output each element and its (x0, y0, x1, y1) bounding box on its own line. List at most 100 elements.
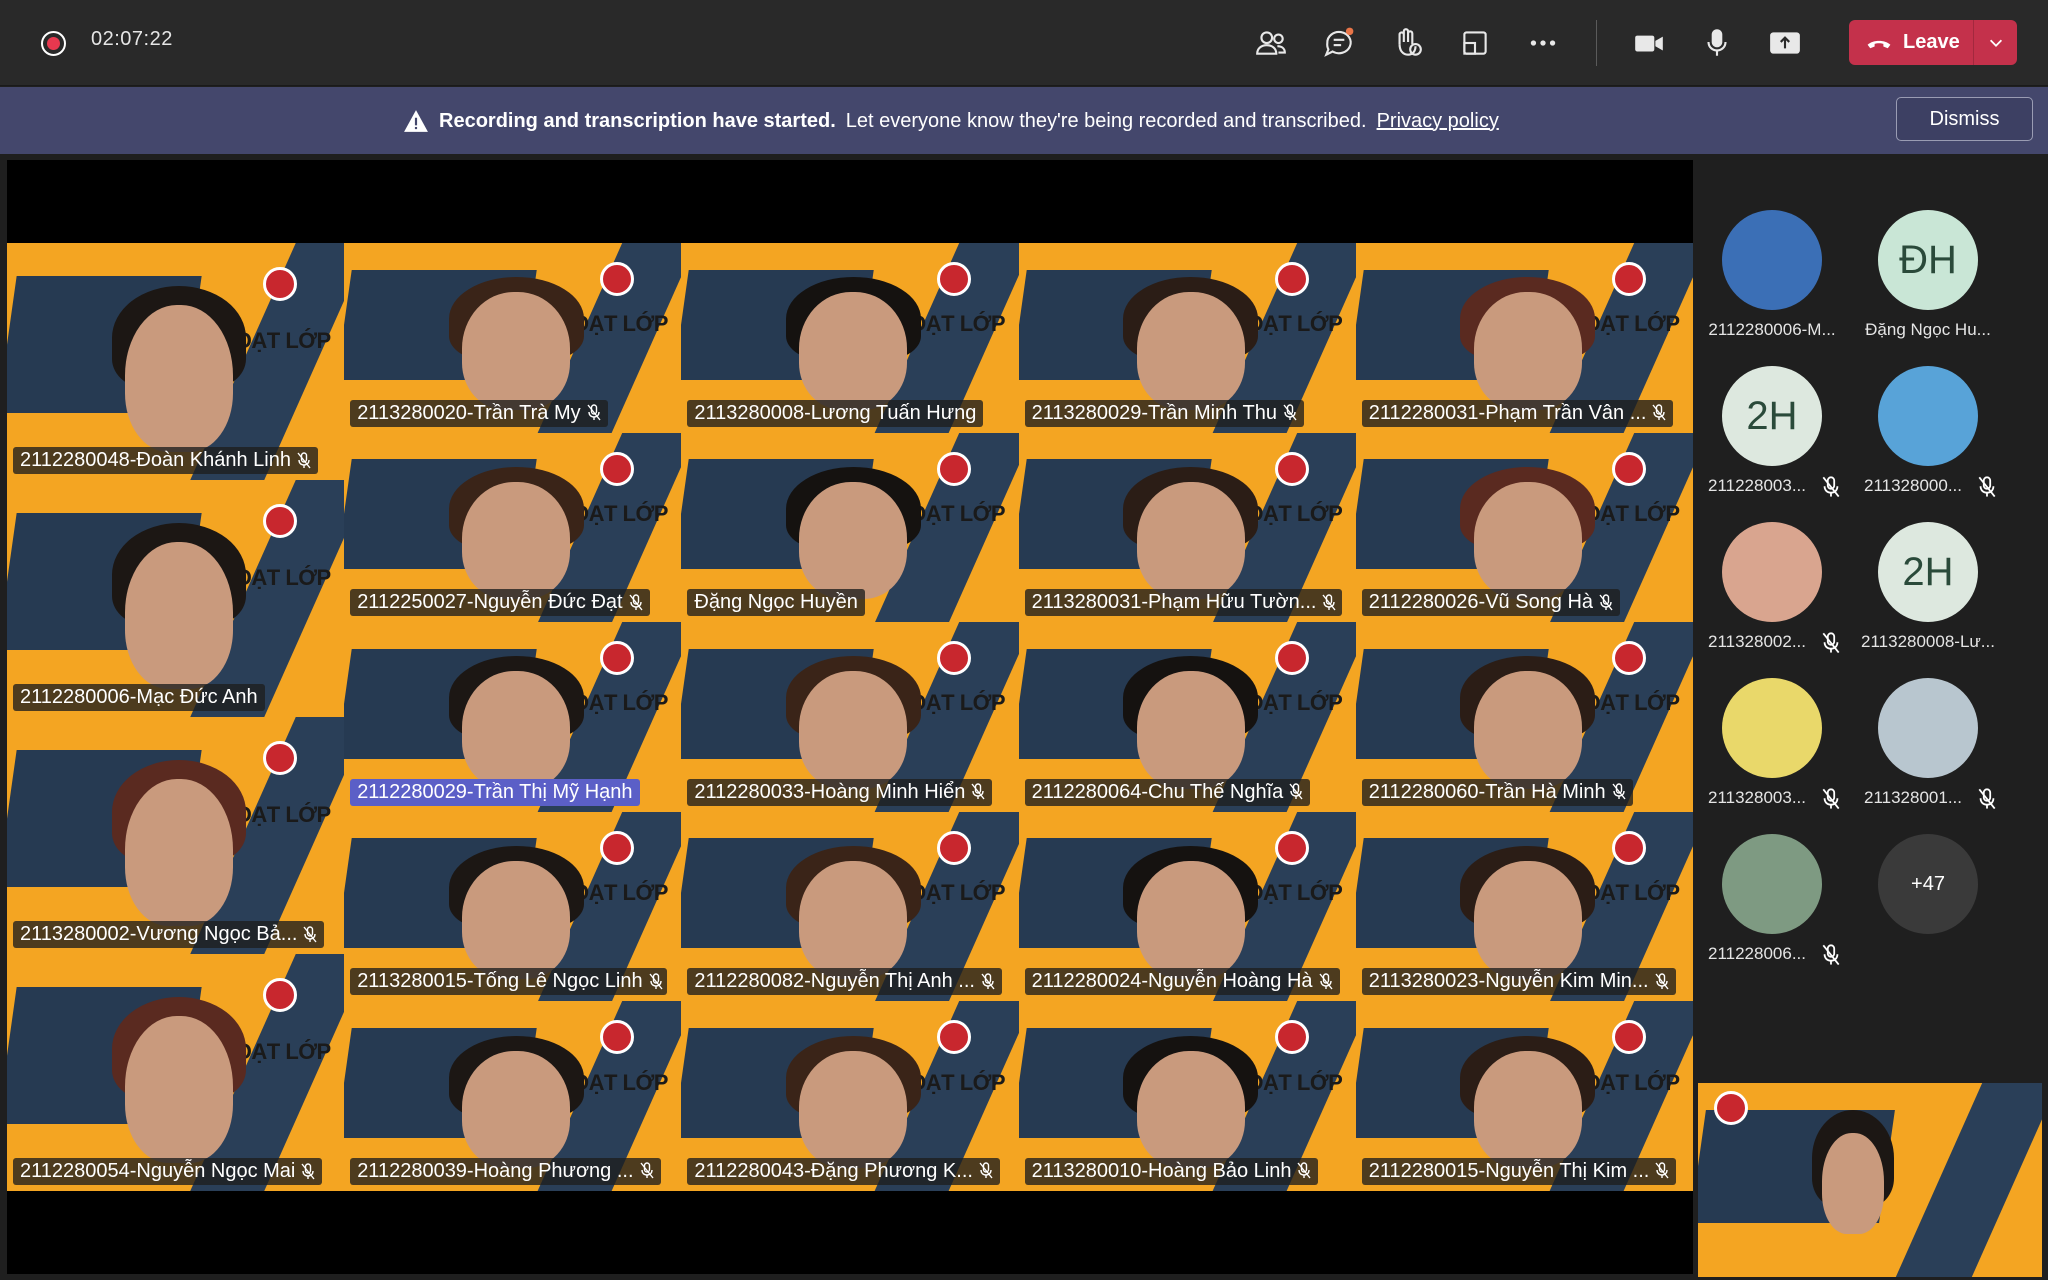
participant-tile[interactable]: SINH HOẠT LỚP 2112280043-Đặng Phương K... (681, 1001, 1019, 1191)
participant-name: 2112280043-Đặng Phương K... (694, 1159, 973, 1182)
self-view-video[interactable] (1698, 1083, 2042, 1277)
participant-name: 2113280008-Lương Tuấn Hưng (694, 401, 977, 424)
participant-tile[interactable]: SINH HOẠT LỚP 2113280023-Nguyễn Kim Min..… (1355, 811, 1693, 1002)
participant-name: Đặng Ngọc Huyền (694, 591, 858, 614)
participant-name: 2112280029-Trần Thị Mỹ Hạnh (357, 780, 633, 803)
mic-muted-icon (981, 973, 995, 991)
more-participants-button[interactable]: +47 (1878, 834, 1978, 934)
leave-options-chevron-down-icon[interactable] (1973, 20, 2017, 65)
participant-name-label: 2113280015-Tống Lê Ngọc Linh (350, 968, 668, 996)
more-options-icon[interactable] (1524, 24, 1562, 62)
participant-tile[interactable]: SINH HOẠT LỚP 2113280002-Vương Ngọc Bả... (7, 717, 345, 954)
recording-banner: Recording and transcription have started… (0, 87, 2048, 154)
mic-muted-icon (1822, 944, 1840, 966)
participant-tile[interactable]: SINH HOẠT LỚP 2112280054-Nguyễn Ngọc Mai (7, 954, 345, 1191)
participant-avatar[interactable]: 2H (1878, 522, 1978, 622)
participant-tile[interactable]: SINH HOẠT LỚP 2112280024-Nguyễn Hoàng Hà (1018, 811, 1356, 1002)
chat-icon[interactable] (1320, 24, 1358, 62)
participant-name-label: 2113280008-Lương Tuấn Hưng (687, 399, 984, 427)
avatar-initials: 2H (1746, 393, 1798, 438)
people-icon[interactable] (1252, 24, 1290, 62)
mic-muted-icon (1822, 632, 1840, 654)
participant-avatar[interactable] (1722, 834, 1822, 934)
participant-tile[interactable]: SINH HOẠT LỚP 2112280048-Đoàn Khánh Linh (7, 243, 345, 480)
privacy-policy-link[interactable]: Privacy policy (1377, 110, 1499, 133)
avatar-label: 211328000... (1864, 476, 1962, 495)
participant-name: 2113280031-Phạm Hữu Tườn... (1031, 591, 1317, 614)
participant-tile[interactable]: SINH HOẠT LỚP 2112280031-Phạm Trần Vân ..… (1355, 243, 1693, 433)
participant-tile[interactable]: SINH HOẠT LỚP 2113280020-Trần Trà My (344, 243, 682, 433)
participant-avatar[interactable]: 2H (1722, 366, 1822, 466)
participant-avatar[interactable] (1878, 678, 1978, 778)
warning-icon (404, 110, 428, 132)
mic-muted-icon (303, 925, 317, 944)
banner-message: Let everyone know they're being recorded… (845, 109, 1367, 132)
camera-icon[interactable] (1630, 24, 1668, 62)
participant-tile[interactable]: SINH HOẠT LỚP 2112250027-Nguyễn Đức Đạt (344, 432, 682, 623)
leave-label: Leave (1903, 31, 1960, 53)
mic-muted-icon (1289, 783, 1303, 801)
participant-avatar[interactable] (1722, 522, 1822, 622)
participant-tile[interactable]: SINH HOẠT LỚP 2113280031-Phạm Hữu Tườn... (1018, 432, 1356, 623)
participant-name-label: 2112280064-Chu Thế Nghĩa (1024, 778, 1311, 806)
avatar-label: 211228006... (1708, 944, 1806, 963)
participant-avatar[interactable] (1878, 366, 1978, 466)
participant-tile[interactable]: SINH HOẠT LỚP 2112280029-Trần Thị Mỹ Hạnh (344, 622, 682, 812)
participant-tile[interactable]: SINH HOẠT LỚP 2112280015-Nguyễn Thị Kim .… (1355, 1001, 1693, 1191)
participant-name: 2112280048-Đoàn Khánh Linh (20, 449, 291, 471)
participant-name: 2112280015-Nguyễn Thị Kim ... (1368, 1159, 1650, 1182)
participant-name-label: 2112280060-Trần Hà Minh (1361, 778, 1633, 806)
participant-tile[interactable]: SINH HOẠT LỚP 2112280026-Vũ Song Hà (1355, 432, 1693, 623)
participant-name-label: 2112250027-Nguyễn Đức Đạt (350, 589, 650, 617)
participant-name: 2112280054-Nguyễn Ngọc Mai (20, 1160, 296, 1182)
avatar-label: 211328002... (1708, 632, 1806, 651)
mic-muted-icon (1283, 404, 1297, 422)
mic-muted-icon (1978, 788, 1996, 810)
participant-tile[interactable]: SINH HOẠT LỚP 2113280029-Trần Minh Thu (1018, 243, 1356, 433)
share-screen-icon[interactable] (1766, 24, 1804, 62)
participant-name: 2113280029-Trần Minh Thu (1031, 401, 1277, 424)
raise-hand-icon[interactable] (1388, 24, 1426, 62)
participant-avatar[interactable]: ĐH (1878, 210, 1978, 310)
microphone-icon[interactable] (1698, 24, 1736, 62)
participant-name-label: 2112280006-Mạc Đức Anh (13, 684, 265, 711)
participant-name-label: 2112280043-Đặng Phương K... (687, 1157, 1000, 1185)
participant-tile[interactable]: SINH HOẠT LỚP 2112280060-Trần Hà Minh (1355, 622, 1693, 812)
participant-name: 2112280039-Hoàng Phương ... (357, 1159, 634, 1182)
participant-name: 2112280033-Hoàng Minh Hiển (694, 780, 966, 803)
participant-tile[interactable]: SINH HOẠT LỚP 2113280015-Tống Lê Ngọc Lin… (344, 811, 682, 1002)
banner-title: Recording and transcription have started… (439, 109, 836, 132)
participant-name: 2112280024-Nguyễn Hoàng Hà (1031, 970, 1313, 993)
participant-name: 2112280006-Mạc Đức Anh (20, 686, 258, 708)
participant-name-label: 2113280002-Vương Ngọc Bả... (13, 921, 325, 948)
dismiss-button[interactable]: Dismiss (1896, 97, 2033, 141)
avatar-label: 2113280008-Lư... (1861, 632, 1995, 651)
participant-tile[interactable]: SINH HOẠT LỚP 2112280082-Nguyễn Thị Anh .… (681, 811, 1019, 1002)
participant-tile[interactable]: SINH HOẠT LỚP 2113280010-Hoàng Bảo Linh (1018, 1001, 1356, 1191)
participant-name: 2113280020-Trần Trà My (357, 401, 581, 424)
participant-name: 2113280010-Hoàng Bảo Linh (1031, 1159, 1292, 1182)
avatar-initials: ĐH (1899, 237, 1957, 282)
participant-avatar[interactable] (1722, 210, 1822, 310)
participant-tile[interactable]: SINH HOẠT LỚP Đặng Ngọc Huyền (681, 432, 1019, 623)
mic-muted-icon (1322, 593, 1337, 612)
participant-name: 2112280026-Vũ Song Hà (1368, 591, 1594, 614)
view-layout-icon[interactable] (1456, 24, 1494, 62)
participant-side-panel: 2112280006-M... ĐH Đặng Ngọc Hu... 2H 211228… (1700, 160, 2048, 1080)
mic-muted-icon (297, 451, 311, 470)
participant-avatar[interactable] (1722, 678, 1822, 778)
mic-muted-icon (629, 593, 643, 612)
mic-muted-icon (1297, 1162, 1311, 1180)
leave-button[interactable]: Leave (1849, 20, 2017, 65)
participant-tile[interactable]: SINH HOẠT LỚP 2112280006-Mạc Đức Anh (7, 480, 345, 717)
recording-indicator-icon (41, 31, 66, 56)
avatar-label: 211228003... (1708, 476, 1806, 495)
mic-muted-icon (1652, 404, 1666, 422)
leave-main[interactable]: Leave (1849, 20, 1973, 65)
participant-tile[interactable]: SINH HOẠT LỚP 2113280008-Lương Tuấn Hưng (681, 243, 1019, 433)
mic-muted-icon (1599, 593, 1613, 612)
participant-tile[interactable]: SINH HOẠT LỚP 2112280039-Hoàng Phương ... (344, 1001, 682, 1191)
participant-tile[interactable]: SINH HOẠT LỚP 2112280033-Hoàng Minh Hiển (681, 622, 1019, 812)
participant-tile[interactable]: SINH HOẠT LỚP 2112280064-Chu Thế Nghĩa (1018, 622, 1356, 812)
mic-muted-icon (301, 1162, 315, 1181)
